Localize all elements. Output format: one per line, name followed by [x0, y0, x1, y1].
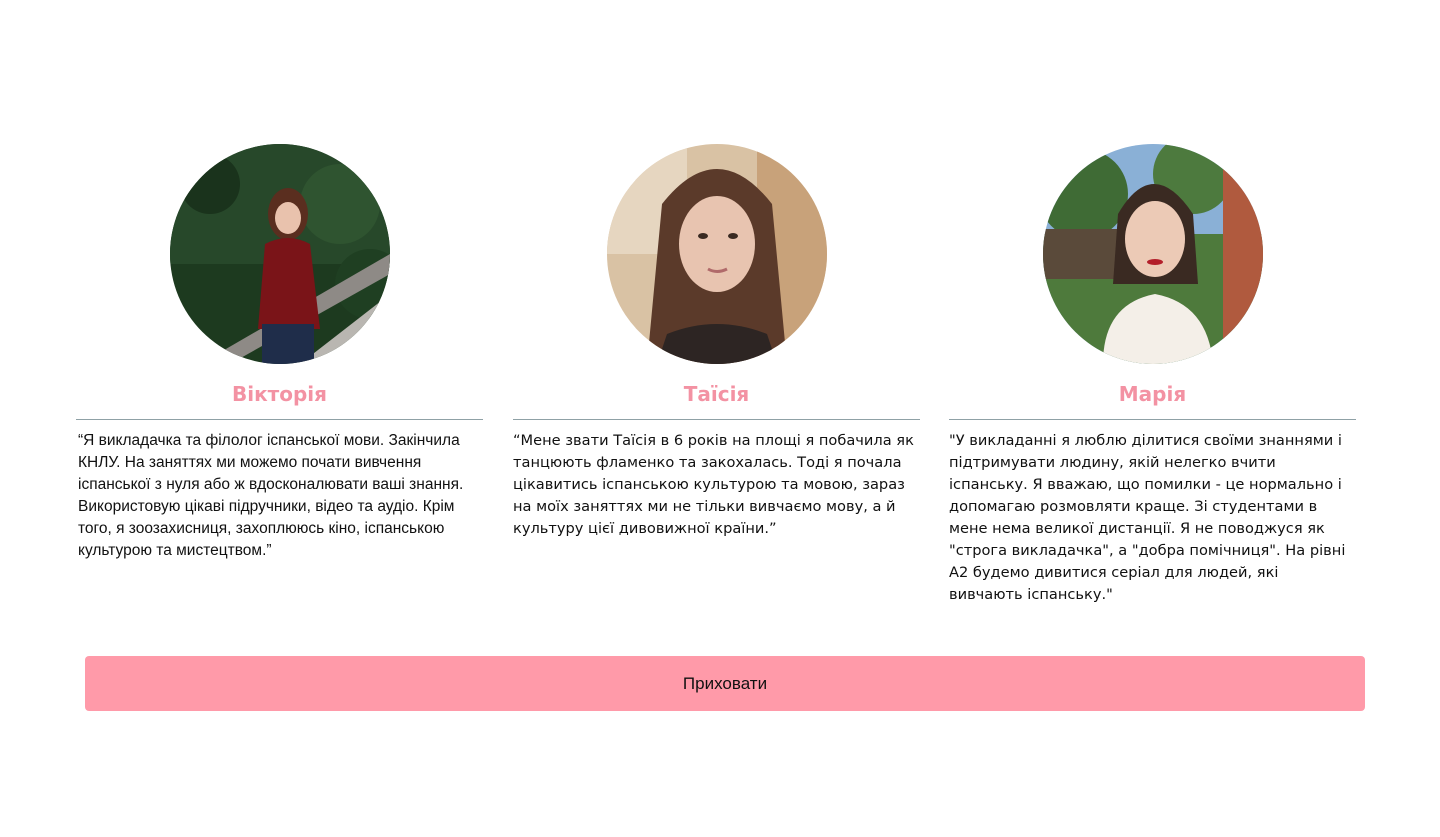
- teacher-bio: “Я викладачка та філолог іспанської мови…: [78, 432, 464, 559]
- teacher-card: Вікторія “Я викладачка та філолог іспанс…: [76, 144, 483, 562]
- divider: [513, 419, 920, 420]
- hide-button[interactable]: Приховати: [85, 656, 1365, 711]
- teacher-name: Вікторія: [231, 382, 328, 406]
- teachers-section: Вікторія “Я викладачка та філолог іспанс…: [0, 0, 1440, 837]
- teacher-name: Таїсія: [683, 382, 750, 406]
- teacher-photo-mariia: [1042, 144, 1263, 364]
- divider: [76, 419, 483, 420]
- teacher-card: Таїсія “Мене звати Таїсія в 6 років на п…: [513, 144, 920, 540]
- teacher-bio: "У викладанні я люблю ділитися своїми зн…: [949, 432, 1346, 603]
- teacher-photo-taisiia: [606, 144, 827, 364]
- divider: [949, 419, 1356, 420]
- teacher-photo-viktoriia: [169, 144, 390, 364]
- teacher-name: Марія: [1118, 382, 1187, 406]
- teacher-bio: “Мене звати Таїсія в 6 років на площі я …: [513, 432, 914, 537]
- teacher-card: Марія "У викладанні я люблю ділитися сво…: [949, 144, 1356, 606]
